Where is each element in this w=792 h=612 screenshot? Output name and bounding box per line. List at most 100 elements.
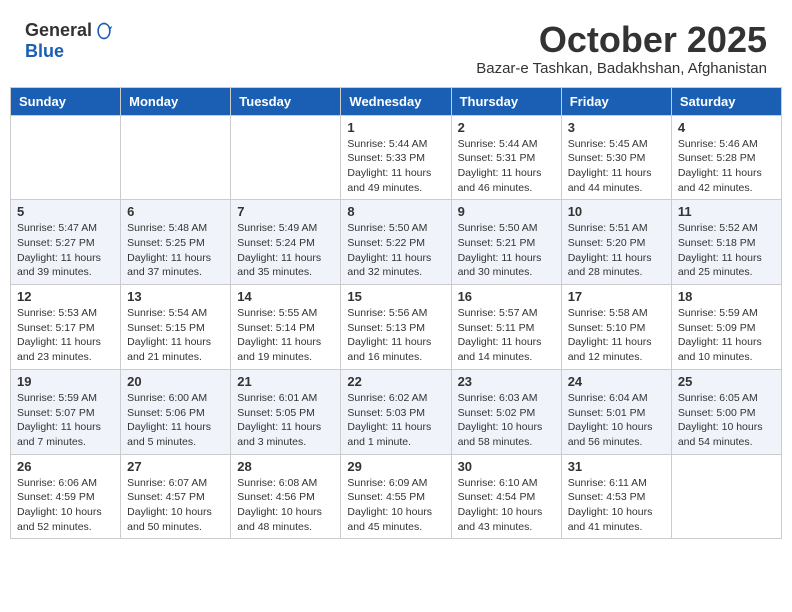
day-info: Sunrise: 5:52 AM Sunset: 5:18 PM Dayligh… [678, 221, 775, 280]
calendar-cell [11, 115, 121, 200]
day-number: 28 [237, 459, 334, 474]
day-info: Sunrise: 5:49 AM Sunset: 5:24 PM Dayligh… [237, 221, 334, 280]
day-info: Sunrise: 5:47 AM Sunset: 5:27 PM Dayligh… [17, 221, 114, 280]
day-number: 4 [678, 120, 775, 135]
weekday-header-thursday: Thursday [451, 87, 561, 115]
calendar-cell: 16Sunrise: 5:57 AM Sunset: 5:11 PM Dayli… [451, 285, 561, 370]
calendar-cell: 29Sunrise: 6:09 AM Sunset: 4:55 PM Dayli… [341, 454, 451, 539]
day-number: 18 [678, 289, 775, 304]
day-number: 6 [127, 204, 224, 219]
location-title: Bazar-e Tashkan, Badakhshan, Afghanistan [476, 60, 767, 77]
calendar-cell: 20Sunrise: 6:00 AM Sunset: 5:06 PM Dayli… [121, 369, 231, 454]
day-info: Sunrise: 5:53 AM Sunset: 5:17 PM Dayligh… [17, 306, 114, 365]
day-number: 2 [458, 120, 555, 135]
day-number: 14 [237, 289, 334, 304]
calendar-cell: 15 Sunrise: 5:56 AM Sunset: 5:13 PM Dayli… [341, 285, 451, 370]
day-info: Sunrise: 6:01 AM Sunset: 5:05 PM Dayligh… [237, 391, 334, 450]
day-number: 19 [17, 374, 114, 389]
calendar-cell: 27Sunrise: 6:07 AM Sunset: 4:57 PM Dayli… [121, 454, 231, 539]
calendar-cell: 9Sunrise: 5:50 AM Sunset: 5:21 PM Daylig… [451, 200, 561, 285]
calendar-week-4: 19 Sunrise: 5:59 AM Sunset: 5:07 PM Dayli… [11, 369, 782, 454]
day-number: 10 [568, 204, 665, 219]
day-info: Sunrise: 6:06 AM Sunset: 4:59 PM Dayligh… [17, 476, 114, 535]
calendar-cell: 3Sunrise: 5:45 AM Sunset: 5:30 PM Daylig… [561, 115, 671, 200]
calendar-cell: 10 Sunrise: 5:51 AM Sunset: 5:20 PM Dayli… [561, 200, 671, 285]
day-number: 22 [347, 374, 444, 389]
calendar-cell [121, 115, 231, 200]
calendar-cell: 21 Sunrise: 6:01 AM Sunset: 5:05 PM Dayli… [231, 369, 341, 454]
day-info: Sunrise: 5:59 AM Sunset: 5:09 PM Dayligh… [678, 306, 775, 365]
day-info: Sunrise: 5:58 AM Sunset: 5:10 PM Dayligh… [568, 306, 665, 365]
day-info: Sunrise: 6:10 AM Sunset: 4:54 PM Dayligh… [458, 476, 555, 535]
calendar-week-2: 5Sunrise: 5:47 AM Sunset: 5:27 PM Daylig… [11, 200, 782, 285]
weekday-header-friday: Friday [561, 87, 671, 115]
day-info: Sunrise: 5:45 AM Sunset: 5:30 PM Dayligh… [568, 137, 665, 196]
logo: General Blue [25, 20, 114, 62]
day-number: 30 [458, 459, 555, 474]
calendar-cell: 28Sunrise: 6:08 AM Sunset: 4:56 PM Dayli… [231, 454, 341, 539]
calendar-cell: 31 Sunrise: 6:11 AM Sunset: 4:53 PM Dayli… [561, 454, 671, 539]
calendar-cell: 30 Sunrise: 6:10 AM Sunset: 4:54 PM Dayli… [451, 454, 561, 539]
calendar-cell: 17 Sunrise: 5:58 AM Sunset: 5:10 PM Dayli… [561, 285, 671, 370]
day-number: 17 [568, 289, 665, 304]
weekday-header-monday: Monday [121, 87, 231, 115]
calendar-cell: 7 Sunrise: 5:49 AM Sunset: 5:24 PM Daylig… [231, 200, 341, 285]
weekday-header-wednesday: Wednesday [341, 87, 451, 115]
month-title: October 2025 [476, 20, 767, 60]
day-info: Sunrise: 6:09 AM Sunset: 4:55 PM Dayligh… [347, 476, 444, 535]
day-info: Sunrise: 6:05 AM Sunset: 5:00 PM Dayligh… [678, 391, 775, 450]
calendar-week-5: 26Sunrise: 6:06 AM Sunset: 4:59 PM Dayli… [11, 454, 782, 539]
calendar-cell: 8Sunrise: 5:50 AM Sunset: 5:22 PM Daylig… [341, 200, 451, 285]
calendar-cell: 1 Sunrise: 5:44 AM Sunset: 5:33 PM Daylig… [341, 115, 451, 200]
day-info: Sunrise: 5:50 AM Sunset: 5:22 PM Dayligh… [347, 221, 444, 280]
calendar-cell: 25 Sunrise: 6:05 AM Sunset: 5:00 PM Dayli… [671, 369, 781, 454]
weekday-header-sunday: Sunday [11, 87, 121, 115]
day-number: 21 [237, 374, 334, 389]
logo-blue-text: Blue [25, 41, 64, 62]
day-info: Sunrise: 5:55 AM Sunset: 5:14 PM Dayligh… [237, 306, 334, 365]
day-number: 23 [458, 374, 555, 389]
day-info: Sunrise: 5:50 AM Sunset: 5:21 PM Dayligh… [458, 221, 555, 280]
day-info: Sunrise: 5:51 AM Sunset: 5:20 PM Dayligh… [568, 221, 665, 280]
day-info: Sunrise: 5:48 AM Sunset: 5:25 PM Dayligh… [127, 221, 224, 280]
day-info: Sunrise: 6:03 AM Sunset: 5:02 PM Dayligh… [458, 391, 555, 450]
day-info: Sunrise: 5:59 AM Sunset: 5:07 PM Dayligh… [17, 391, 114, 450]
title-section: October 2025 Bazar-e Tashkan, Badakhshan… [476, 20, 767, 77]
calendar-cell: 18 Sunrise: 5:59 AM Sunset: 5:09 PM Dayli… [671, 285, 781, 370]
calendar-cell: 22 Sunrise: 6:02 AM Sunset: 5:03 PM Dayli… [341, 369, 451, 454]
day-number: 31 [568, 459, 665, 474]
calendar-cell: 26Sunrise: 6:06 AM Sunset: 4:59 PM Dayli… [11, 454, 121, 539]
calendar-week-3: 12Sunrise: 5:53 AM Sunset: 5:17 PM Dayli… [11, 285, 782, 370]
calendar-cell: 4 Sunrise: 5:46 AM Sunset: 5:28 PM Daylig… [671, 115, 781, 200]
calendar-cell: 23 Sunrise: 6:03 AM Sunset: 5:02 PM Dayli… [451, 369, 561, 454]
calendar-cell: 12Sunrise: 5:53 AM Sunset: 5:17 PM Dayli… [11, 285, 121, 370]
day-info: Sunrise: 5:44 AM Sunset: 5:31 PM Dayligh… [458, 137, 555, 196]
calendar-cell: 6 Sunrise: 5:48 AM Sunset: 5:25 PM Daylig… [121, 200, 231, 285]
day-info: Sunrise: 6:11 AM Sunset: 4:53 PM Dayligh… [568, 476, 665, 535]
calendar-week-1: 1 Sunrise: 5:44 AM Sunset: 5:33 PM Daylig… [11, 115, 782, 200]
day-info: Sunrise: 6:07 AM Sunset: 4:57 PM Dayligh… [127, 476, 224, 535]
logo-general-text: General [25, 20, 92, 41]
calendar-cell: 19 Sunrise: 5:59 AM Sunset: 5:07 PM Dayli… [11, 369, 121, 454]
day-info: Sunrise: 5:56 AM Sunset: 5:13 PM Dayligh… [347, 306, 444, 365]
calendar-cell [671, 454, 781, 539]
calendar-cell: 5Sunrise: 5:47 AM Sunset: 5:27 PM Daylig… [11, 200, 121, 285]
day-number: 24 [568, 374, 665, 389]
day-number: 25 [678, 374, 775, 389]
day-info: Sunrise: 5:44 AM Sunset: 5:33 PM Dayligh… [347, 137, 444, 196]
calendar-cell: 11Sunrise: 5:52 AM Sunset: 5:18 PM Dayli… [671, 200, 781, 285]
weekday-header-row: SundayMondayTuesdayWednesdayThursdayFrid… [11, 87, 782, 115]
weekday-header-tuesday: Tuesday [231, 87, 341, 115]
day-number: 1 [347, 120, 444, 135]
day-info: Sunrise: 5:46 AM Sunset: 5:28 PM Dayligh… [678, 137, 775, 196]
calendar-cell: 2 Sunrise: 5:44 AM Sunset: 5:31 PM Daylig… [451, 115, 561, 200]
day-info: Sunrise: 5:57 AM Sunset: 5:11 PM Dayligh… [458, 306, 555, 365]
day-number: 15 [347, 289, 444, 304]
calendar-cell: 24 Sunrise: 6:04 AM Sunset: 5:01 PM Dayli… [561, 369, 671, 454]
day-info: Sunrise: 6:02 AM Sunset: 5:03 PM Dayligh… [347, 391, 444, 450]
day-info: Sunrise: 5:54 AM Sunset: 5:15 PM Dayligh… [127, 306, 224, 365]
day-number: 7 [237, 204, 334, 219]
page-header: General Blue October 2025 Bazar-e Tashka… [10, 10, 782, 82]
logo-icon [94, 21, 114, 41]
day-info: Sunrise: 6:04 AM Sunset: 5:01 PM Dayligh… [568, 391, 665, 450]
